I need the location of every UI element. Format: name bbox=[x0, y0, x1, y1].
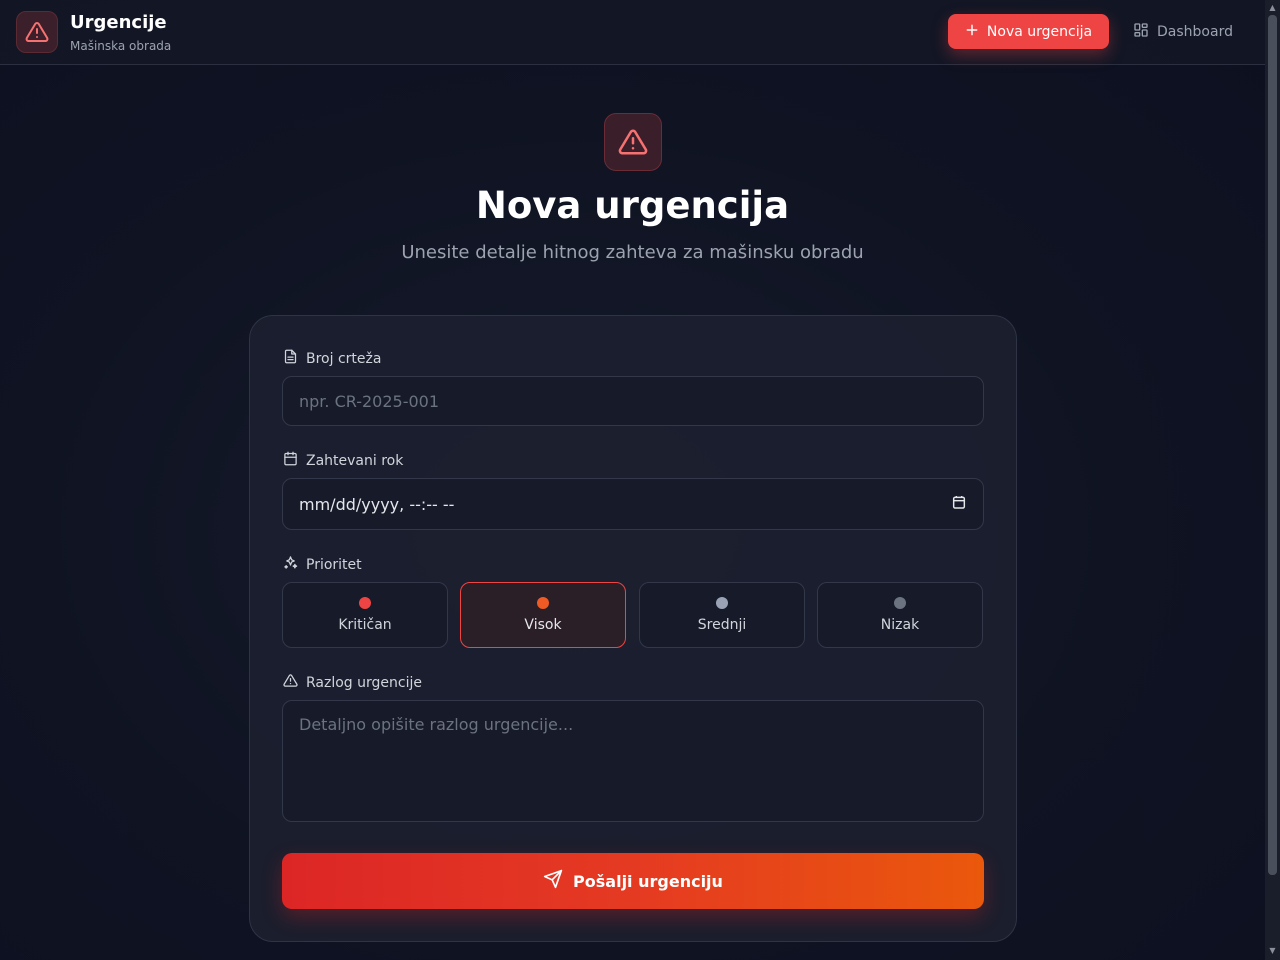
priority-option-critical[interactable]: Kritičan bbox=[282, 582, 448, 648]
submit-button[interactable]: Pošalji urgenciju bbox=[282, 853, 984, 909]
drawing-number-placeholder: npr. CR-2025-001 bbox=[299, 391, 440, 411]
priority-option-medium[interactable]: Srednji bbox=[639, 582, 805, 648]
page-title: Nova urgencija bbox=[475, 184, 790, 227]
new-urgency-button[interactable]: Nova urgencija bbox=[948, 14, 1109, 49]
calendar-icon bbox=[283, 451, 298, 470]
priority-option-label: Nizak bbox=[880, 617, 920, 633]
send-icon bbox=[543, 869, 563, 893]
warning-icon bbox=[16, 11, 58, 53]
reason-label-text: Razlog urgencije bbox=[306, 674, 422, 691]
priority-option-label: Srednji bbox=[697, 617, 747, 633]
priority-option-label: Kritičan bbox=[338, 617, 392, 633]
deadline-input[interactable]: mm/dd/yyyy, --:-- -- bbox=[282, 478, 984, 530]
drawing-number-input[interactable]: npr. CR-2025-001 bbox=[282, 376, 984, 426]
sparkles-icon bbox=[283, 555, 298, 574]
deadline-label-text: Zahtevani rok bbox=[306, 452, 404, 469]
app-subtitle: Mašinska obrada bbox=[70, 39, 172, 53]
dashboard-label: Dashboard bbox=[1157, 23, 1233, 40]
plus-icon bbox=[965, 23, 979, 41]
drawing-number-label-text: Broj crteža bbox=[306, 350, 382, 367]
dashboard-button[interactable]: Dashboard bbox=[1123, 14, 1243, 49]
priority-option-low[interactable]: Nizak bbox=[817, 582, 983, 648]
priority-option-label: Visok bbox=[524, 617, 562, 633]
priority-label-text: Prioritet bbox=[306, 556, 362, 573]
scrollbar-thumb[interactable] bbox=[1268, 15, 1277, 875]
hero-warning-icon bbox=[604, 113, 662, 171]
calendar-picker-icon[interactable] bbox=[951, 494, 967, 514]
priority-label: Prioritet bbox=[283, 555, 362, 574]
page-subtitle: Unesite detalje hitnog zahteva za mašins… bbox=[401, 242, 864, 263]
deadline-label: Zahtevani rok bbox=[283, 451, 403, 470]
scroll-up-icon[interactable]: ▲ bbox=[1268, 3, 1277, 13]
reason-label: Razlog urgencije bbox=[283, 673, 422, 692]
deadline-value: mm/dd/yyyy, --:-- -- bbox=[299, 494, 455, 514]
priority-dot bbox=[359, 597, 371, 609]
document-icon bbox=[283, 349, 298, 368]
reason-placeholder: Detaljno opišite razlog urgencije... bbox=[299, 715, 574, 734]
reason-textarea[interactable]: Detaljno opišite razlog urgencije... bbox=[282, 700, 984, 822]
priority-option-high[interactable]: Visok bbox=[460, 582, 626, 648]
priority-dot bbox=[716, 597, 728, 609]
priority-dot bbox=[537, 597, 549, 609]
submit-label: Pošalji urgenciju bbox=[573, 871, 723, 891]
priority-dot bbox=[894, 597, 906, 609]
app-title: Urgencije bbox=[70, 12, 167, 33]
dashboard-icon bbox=[1133, 22, 1149, 42]
new-urgency-label: Nova urgencija bbox=[986, 23, 1093, 40]
top-bar: Urgencije Mašinska obrada Nova urgencija… bbox=[0, 0, 1265, 65]
scroll-down-icon[interactable]: ▼ bbox=[1268, 946, 1277, 956]
alert-triangle-icon bbox=[283, 673, 298, 692]
drawing-number-label: Broj crteža bbox=[283, 349, 381, 368]
